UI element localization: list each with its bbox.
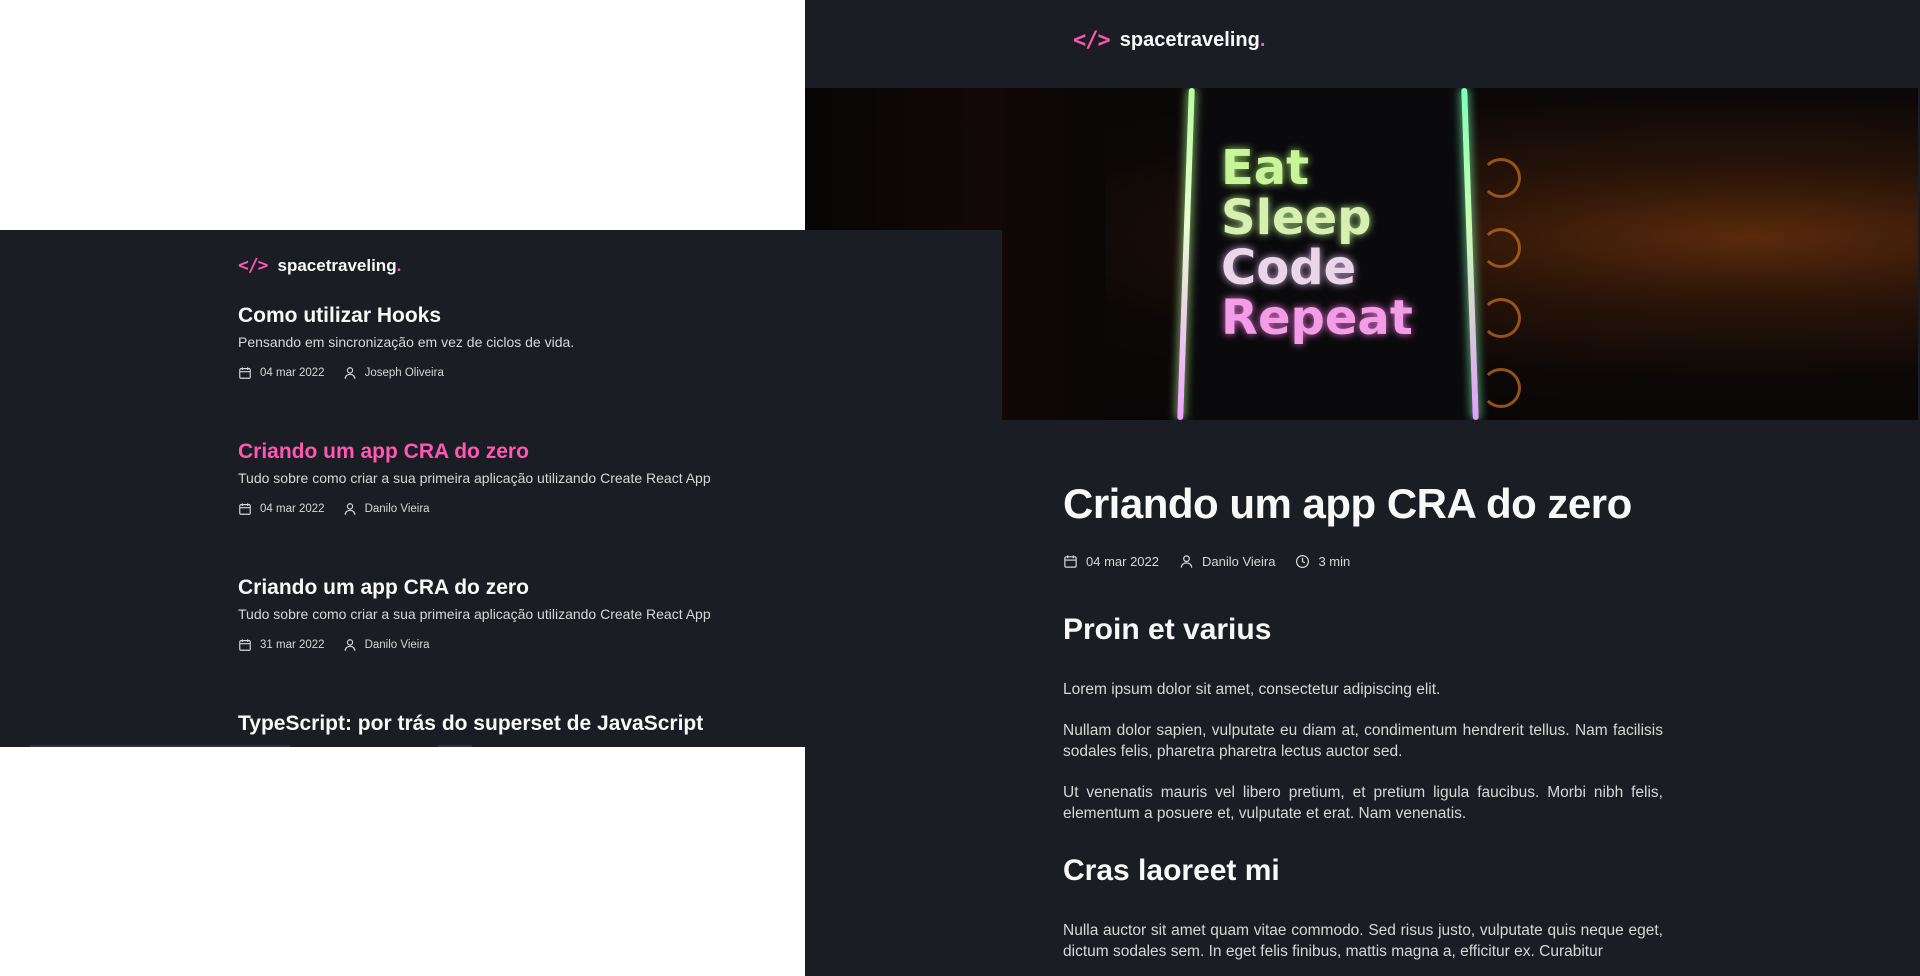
post-list-item[interactable]: Criando um app CRA do zero Tudo sobre co… [238, 576, 838, 712]
logo-wordmark: spacetraveling. [1120, 29, 1266, 52]
post-article: Criando um app CRA do zero 04 mar 2022 D… [1063, 480, 1663, 962]
post-date: 04 mar 2022 [1063, 554, 1159, 569]
code-brackets-icon: </> [238, 255, 268, 276]
scrollbar-track [438, 745, 472, 747]
post-item-date: 04 mar 2022 [238, 366, 325, 380]
post-item-date: 31 mar 2022 [238, 638, 325, 652]
logo-text: spacetraveling [277, 255, 397, 275]
post-item-meta: 04 mar 2022 Joseph Oliveira [238, 366, 838, 380]
post-item-date-text: 31 mar 2022 [260, 639, 325, 651]
post-item-author-text: Joseph Oliveira [364, 367, 444, 379]
calendar-icon [1063, 554, 1078, 569]
banner-coil [1481, 368, 1521, 408]
post-item-title: Criando um app CRA do zero [238, 576, 529, 599]
code-brackets-icon: </> [1073, 28, 1111, 53]
post-meta: 04 mar 2022 Danilo Vieira 3 min [1063, 554, 1663, 569]
post-list-item[interactable]: TypeScript: por trás do superset de Java… [238, 712, 838, 747]
calendar-icon [238, 502, 252, 516]
post-item-subtitle: Tudo sobre como criar a sua primeira apl… [238, 470, 711, 486]
banner-coil [1481, 298, 1521, 338]
post-item-date-text: 04 mar 2022 [260, 503, 325, 515]
logo-dot: . [396, 255, 402, 275]
logo-text: spacetraveling [1119, 29, 1260, 51]
banner-neon-text: Eat Sleep Code Repeat [1221, 143, 1413, 343]
clock-icon [1295, 554, 1310, 569]
home-page: </> spacetraveling. Como utilizar Hooks … [0, 230, 1002, 747]
post-item-author-text: Danilo Vieira [364, 503, 430, 515]
post-item-date: 04 mar 2022 [238, 502, 325, 516]
banner-line: Code [1221, 240, 1357, 296]
user-icon [343, 502, 357, 516]
calendar-icon [238, 366, 252, 380]
logo-link[interactable]: </> spacetraveling. [1073, 28, 1265, 53]
post-item-meta: 31 mar 2022 Danilo Vieira [238, 638, 838, 652]
post-item-subtitle: Tudo sobre como criar a sua primeira apl… [238, 606, 711, 622]
post-reading-time-text: 3 min [1318, 554, 1351, 569]
post-item-author: Danilo Vieira [343, 502, 430, 516]
post-item-date-text: 04 mar 2022 [260, 367, 325, 379]
user-icon [343, 638, 357, 652]
banner-line: Repeat [1221, 290, 1413, 346]
post-item-subtitle: Pensando em sincronização em vez de cicl… [238, 334, 575, 350]
section-paragraph: Nullam dolor sapien, vulputate eu diam a… [1063, 722, 1663, 760]
post-list: Como utilizar Hooks Pensando em sincroni… [238, 304, 838, 747]
post-item-author: Joseph Oliveira [343, 366, 444, 380]
user-icon [1179, 554, 1194, 569]
post-list-item[interactable]: Criando um app CRA do zero Tudo sobre co… [238, 440, 838, 576]
post-date-text: 04 mar 2022 [1086, 554, 1159, 569]
banner-line: Sleep [1221, 190, 1372, 246]
post-item-title: Criando um app CRA do zero [238, 440, 529, 463]
banner-coil [1481, 158, 1521, 198]
post-item-author: Danilo Vieira [343, 638, 430, 652]
post-author-text: Danilo Vieira [1202, 554, 1276, 569]
post-reading-time: 3 min [1295, 554, 1350, 569]
banner-coil [1481, 228, 1521, 268]
user-icon [343, 366, 357, 380]
post-list-item[interactable]: Como utilizar Hooks Pensando em sincroni… [238, 304, 838, 440]
scrollbar-track [30, 745, 290, 747]
logo-wordmark: spacetraveling. [278, 256, 402, 276]
post-item-meta: 04 mar 2022 Danilo Vieira [238, 502, 838, 516]
logo-link[interactable]: </> spacetraveling. [238, 255, 401, 276]
post-item-author-text: Danilo Vieira [364, 639, 430, 651]
post-title: Criando um app CRA do zero [1063, 480, 1632, 527]
logo-dot: . [1259, 29, 1266, 51]
post-item-title: TypeScript: por trás do superset de Java… [238, 712, 704, 735]
post-author: Danilo Vieira [1179, 554, 1275, 569]
section-paragraph: Ut venenatis mauris vel libero pretium, … [1063, 784, 1663, 822]
section-paragraph: Nulla auctor sit amet quam vitae commodo… [1063, 922, 1663, 960]
banner-line: Eat [1221, 140, 1310, 196]
section-paragraph: Lorem ipsum dolor sit amet, consectetur … [1063, 681, 1441, 698]
section-heading: Proin et varius [1063, 613, 1272, 646]
post-header: </> spacetraveling. [805, 0, 1920, 88]
section-heading: Cras laoreet mi [1063, 854, 1280, 887]
calendar-icon [238, 638, 252, 652]
post-item-title: Como utilizar Hooks [238, 304, 442, 327]
